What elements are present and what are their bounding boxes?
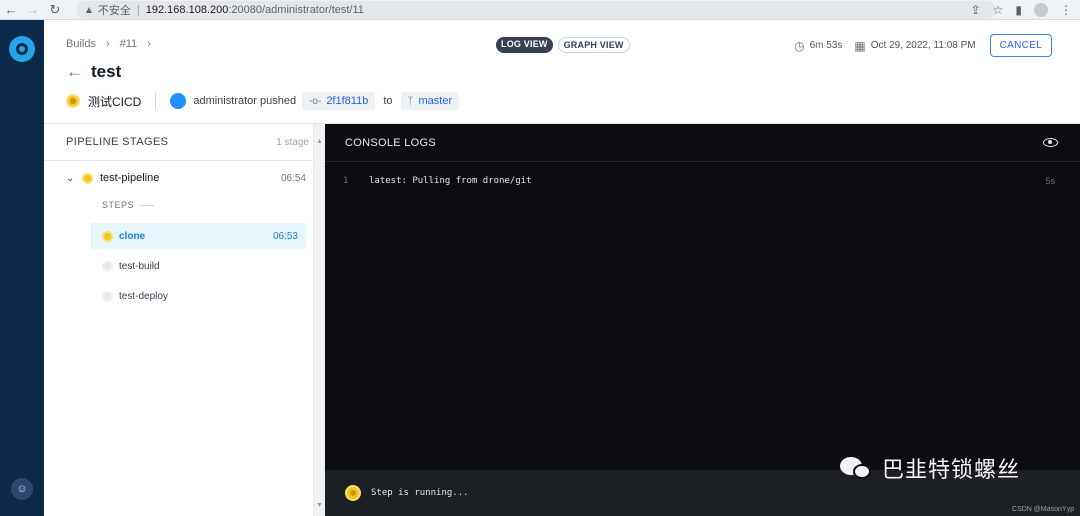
running-status-icon bbox=[66, 94, 80, 108]
commit-author: administrator pushed bbox=[193, 95, 297, 107]
address-bar[interactable]: ▲ 不安全 | 192.168.108.200 :20080/administr… bbox=[76, 1, 996, 19]
log-line: 1 latest: Pulling from drone/git 5s bbox=[343, 176, 1055, 186]
insecure-label: 不安全 bbox=[97, 5, 131, 17]
scrollbar[interactable]: ▲ ▼ bbox=[314, 124, 325, 516]
console-header: CONSOLE LOGS bbox=[325, 124, 1080, 162]
log-line-number: 1 bbox=[343, 176, 349, 186]
user-account-icon[interactable]: ☺ bbox=[11, 478, 33, 500]
running-message: Step is running... bbox=[371, 488, 469, 498]
clock-icon: ◷ bbox=[794, 38, 805, 53]
stages-header: PIPELINE STAGES 1 stage bbox=[44, 124, 313, 161]
stage-name: test-pipeline bbox=[100, 172, 160, 184]
sidebar-icon[interactable]: ▮ bbox=[1015, 3, 1022, 17]
breadcrumb-build-number[interactable]: #11 bbox=[120, 38, 138, 50]
step-name: test-deploy bbox=[119, 290, 168, 302]
steps-heading: STEPS bbox=[102, 200, 135, 210]
console-heading: CONSOLE LOGS bbox=[345, 136, 437, 149]
steps-label: STEPS bbox=[102, 200, 155, 210]
page-title: test bbox=[91, 62, 122, 81]
log-line-duration: 5s bbox=[1045, 176, 1055, 186]
drone-logo-icon[interactable] bbox=[9, 36, 35, 62]
step-name: test-build bbox=[119, 260, 160, 272]
avatar bbox=[170, 93, 187, 109]
warning-icon: ▲ bbox=[84, 4, 94, 16]
running-status-icon bbox=[102, 230, 113, 242]
chevron-down-icon[interactable]: ⌄ bbox=[66, 173, 82, 184]
log-view-tab[interactable]: LOG VIEW bbox=[496, 37, 553, 53]
repo-name: 测试CICD bbox=[88, 94, 142, 109]
stage-item[interactable]: ⌄ test-pipeline 06:54 bbox=[66, 172, 306, 184]
log-line-text: latest: Pulling from drone/git bbox=[369, 176, 532, 186]
build-header: Builds › #11 › LOG VIEW GRAPH VIEW ◷ 6m … bbox=[44, 20, 1080, 124]
build-meta: 测试CICD administrator pushed -o- 2f1f811b… bbox=[66, 92, 460, 110]
browser-toolbar: ← → ↻ ▲ 不安全 | 192.168.108.200 :20080/adm… bbox=[0, 0, 1080, 20]
watermark-text: 巴韭特锁螺丝 bbox=[882, 458, 1021, 483]
build-date: Oct 29, 2022, 11:08 PM bbox=[870, 40, 976, 51]
back-arrow-icon[interactable]: ← bbox=[0, 0, 22, 20]
url-separator: | bbox=[136, 4, 140, 16]
chevron-right-icon: › bbox=[105, 38, 110, 50]
pending-status-icon bbox=[102, 260, 113, 272]
cancel-button[interactable]: CANCEL bbox=[989, 34, 1052, 57]
build-duration: 6m 53s bbox=[809, 40, 843, 51]
share-icon[interactable]: ⇪ bbox=[971, 3, 981, 17]
calendar-icon: ▦ bbox=[854, 38, 866, 53]
chevron-right-icon: › bbox=[147, 38, 151, 50]
profile-icon[interactable] bbox=[1034, 3, 1048, 17]
stage-count: 1 stage bbox=[276, 136, 309, 148]
wechat-watermark: 巴韭特锁螺丝 bbox=[840, 452, 1020, 484]
url-host: 192.168.108.200 bbox=[145, 4, 229, 16]
step-item-clone[interactable]: clone 06:53 bbox=[91, 223, 306, 249]
commit-hash: 2f1f811b bbox=[326, 95, 369, 107]
browser-actions: ⇪ ☆ ▮ ⋮ bbox=[971, 0, 1072, 20]
step-time: 06:53 bbox=[272, 230, 298, 242]
branch-icon: ᛉ bbox=[407, 95, 414, 107]
commit-chip[interactable]: -o- 2f1f811b bbox=[302, 92, 376, 110]
divider bbox=[140, 204, 155, 206]
title-row: ← test bbox=[66, 62, 121, 82]
reload-icon[interactable]: ↻ bbox=[44, 0, 66, 20]
stage-time: 06:54 bbox=[280, 172, 306, 184]
commit-icon: -o- bbox=[309, 95, 322, 107]
breadcrumb-builds[interactable]: Builds bbox=[66, 38, 96, 50]
step-name: clone bbox=[119, 230, 146, 242]
forward-arrow-icon[interactable]: → bbox=[22, 0, 44, 20]
running-status-icon bbox=[82, 172, 93, 184]
scroll-down-icon[interactable]: ▼ bbox=[316, 502, 323, 509]
app-sidebar: ☺ bbox=[0, 20, 44, 516]
wechat-icon bbox=[840, 455, 874, 481]
pending-status-icon bbox=[102, 290, 113, 302]
url-path: :20080/administrator/test/11 bbox=[228, 4, 364, 16]
stages-heading: PIPELINE STAGES bbox=[66, 136, 169, 148]
breadcrumb: Builds › #11 › bbox=[66, 38, 151, 50]
branch-chip[interactable]: ᛉ master bbox=[400, 92, 460, 110]
branch-name: master bbox=[418, 95, 453, 107]
pipeline-stages-panel: PIPELINE STAGES 1 stage ⌄ test-pipeline … bbox=[44, 124, 314, 516]
graph-view-tab[interactable]: GRAPH VIEW bbox=[557, 37, 630, 53]
scroll-up-icon[interactable]: ▲ bbox=[316, 138, 323, 145]
view-toggle: LOG VIEW GRAPH VIEW bbox=[496, 37, 630, 53]
eye-icon[interactable] bbox=[1043, 138, 1058, 147]
to-label: to bbox=[383, 95, 393, 107]
step-item-test-build[interactable]: test-build bbox=[91, 253, 306, 279]
step-item-test-deploy[interactable]: test-deploy bbox=[91, 283, 306, 309]
divider bbox=[155, 93, 157, 109]
star-icon[interactable]: ☆ bbox=[993, 3, 1004, 17]
running-status-icon bbox=[345, 485, 361, 501]
menu-icon[interactable]: ⋮ bbox=[1060, 3, 1072, 17]
back-arrow-icon[interactable]: ← bbox=[66, 62, 83, 82]
build-info: ◷ 6m 53s ▦ Oct 29, 2022, 11:08 PM CANCEL bbox=[794, 34, 1052, 57]
credit-text: CSDN @MasonYyp bbox=[1012, 506, 1074, 513]
